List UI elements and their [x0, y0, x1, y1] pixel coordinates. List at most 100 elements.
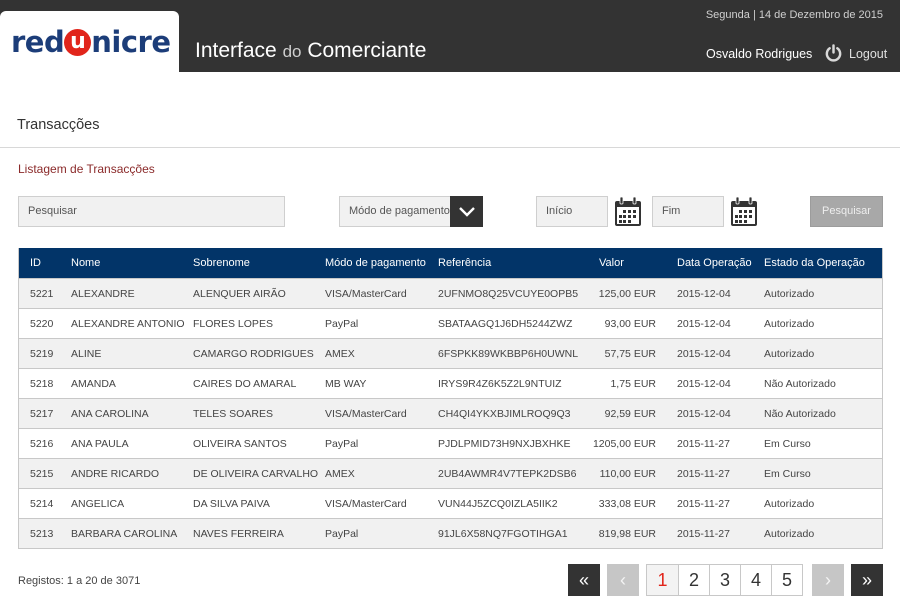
cell-estado: Autorizado	[764, 527, 815, 540]
cell-referencia: PJDLPMID73H9NXJBXHKE	[438, 437, 571, 450]
cell-referencia: IRYS9R4Z6K5Z2L9NTUIZ	[438, 377, 562, 390]
start-date-input[interactable]: Início	[536, 196, 608, 227]
cell-nome: ALEXANDRE	[71, 287, 135, 300]
logo-text-prefix: red	[11, 25, 65, 59]
column-header-sobrenome[interactable]: Sobrenome	[193, 257, 250, 269]
cell-sobrenome: DE OLIVEIRA CARVALHO	[193, 467, 319, 480]
cell-estado: Autorizado	[764, 287, 815, 300]
start-date-calendar-button[interactable]	[614, 196, 642, 227]
cell-valor: 125,00 EUR	[598, 287, 656, 300]
logo-text-suffix: nicre	[91, 25, 171, 59]
cell-nome: BARBARA CAROLINA	[71, 527, 178, 540]
cell-sobrenome: OLIVEIRA SANTOS	[193, 437, 287, 450]
power-icon	[825, 44, 842, 62]
cell-id: 5213	[30, 527, 54, 540]
payment-mode-select[interactable]: Módo de pagamento	[339, 196, 451, 227]
page-4-button[interactable]: 4	[740, 565, 771, 595]
app-title-main: Interface	[195, 39, 283, 62]
table-row[interactable]: 5218 AMANDA CAIRES DO AMARAL MB WAY IRYS9R4Z…	[19, 368, 882, 398]
table-row[interactable]: 5215 ANDRE RICARDO DE OLIVEIRA CARVALHO AME…	[19, 458, 882, 488]
payment-mode-dropdown-button[interactable]	[450, 196, 483, 227]
cell-id: 5217	[30, 407, 54, 420]
table-body: 5221 ALEXANDRE ALENQUER AIRÃO VISA/MasterCa…	[19, 278, 882, 548]
cell-modo: AMEX	[325, 347, 355, 360]
column-header-nome[interactable]: Nome	[71, 257, 100, 269]
page-3-button[interactable]: 3	[709, 565, 740, 595]
cell-nome: ALEXANDRE ANTONIO	[71, 317, 185, 330]
end-date-input[interactable]: Fim	[652, 196, 724, 227]
cell-data: 2015-11-27	[677, 497, 730, 510]
previous-page-button[interactable]: ‹	[607, 564, 639, 596]
app-title-end: Comerciante	[301, 39, 427, 62]
cell-id: 5220	[30, 317, 54, 330]
cell-data: 2015-11-27	[677, 437, 730, 450]
column-header-data[interactable]: Data Operação	[677, 257, 752, 269]
cell-id: 5221	[30, 287, 54, 300]
first-page-button[interactable]: «	[568, 564, 600, 596]
table-row[interactable]: 5221 ALEXANDRE ALENQUER AIRÃO VISA/MasterCa…	[19, 278, 882, 308]
user-name[interactable]: Osvaldo Rodrigues	[706, 47, 812, 61]
page-numbers: 1 2 3 4 5	[646, 564, 803, 596]
cell-data: 2015-11-27	[677, 527, 730, 540]
cell-sobrenome: FLORES LOPES	[193, 317, 273, 330]
cell-data: 2015-12-04	[677, 347, 731, 360]
search-input[interactable]: Pesquisar	[18, 196, 285, 227]
page-5-button[interactable]: 5	[771, 565, 802, 595]
table-header: ID Nome Sobrenome Módo de pagamento Refe…	[19, 248, 882, 278]
divider	[0, 147, 900, 148]
cell-id: 5215	[30, 467, 54, 480]
app-title-do: do	[282, 42, 302, 61]
next-page-button[interactable]: ›	[812, 564, 844, 596]
column-header-modo[interactable]: Módo de pagamento	[325, 257, 426, 269]
cell-modo: VISA/MasterCard	[325, 407, 407, 420]
column-header-estado[interactable]: Estado da Operação	[764, 257, 865, 269]
cell-sobrenome: CAMARGO RODRIGUES	[193, 347, 314, 360]
cell-valor: 93,00 EUR	[604, 317, 656, 330]
top-bar: red u nicre Interface do Comerciante Segun…	[0, 0, 900, 72]
logout-button[interactable]: Logout	[824, 44, 887, 63]
cell-estado: Não Autorizado	[764, 377, 836, 390]
cell-data: 2015-12-04	[677, 317, 731, 330]
cell-referencia: VUN44J5ZCQ0IZLA5IIK2	[438, 497, 558, 510]
logo-container: red u nicre	[0, 11, 179, 72]
cell-modo: AMEX	[325, 467, 355, 480]
table-row[interactable]: 5220 ALEXANDRE ANTONIO FLORES LOPES PayPal S…	[19, 308, 882, 338]
end-date-calendar-button[interactable]	[730, 196, 758, 227]
page-2-button[interactable]: 2	[678, 565, 709, 595]
cell-sobrenome: TELES SOARES	[193, 407, 273, 420]
logout-label: Logout	[849, 46, 888, 61]
table-row[interactable]: 5217 ANA CAROLINA TELES SOARES VISA/MasterC…	[19, 398, 882, 428]
redunicre-logo[interactable]: red u nicre	[11, 25, 171, 59]
section-title: Listagem de Transacções	[18, 162, 155, 176]
page-1-button[interactable]: 1	[647, 565, 678, 595]
cell-nome: ANA PAULA	[71, 437, 129, 450]
table-row[interactable]: 5214 ANGELICA DA SILVA PAIVA VISA/MasterCar…	[19, 488, 882, 518]
table-row[interactable]: 5219 ALINE CAMARGO RODRIGUES AMEX 6FSPKK89WK…	[19, 338, 882, 368]
cell-referencia: SBATAAGQ1J6DH5244ZWZ	[438, 317, 573, 330]
table-row[interactable]: 5213 BARBARA CAROLINA NAVES FERREIRA PayPal…	[19, 518, 882, 548]
cell-modo: VISA/MasterCard	[325, 497, 407, 510]
page-title: Transacções	[17, 117, 100, 133]
current-date: Segunda | 14 de Dezembro de 2015	[705, 9, 883, 21]
cell-referencia: 2UB4AWMR4V7TEPK2DSB6	[438, 467, 577, 480]
last-page-button[interactable]: »	[851, 564, 883, 596]
table-row[interactable]: 5216 ANA PAULA OLIVEIRA SANTOS PayPal PJDLPM…	[19, 428, 882, 458]
cell-data: 2015-11-27	[677, 467, 730, 480]
cell-referencia: 2UFNMO8Q25VCUYE0OPB5	[438, 287, 579, 300]
cell-nome: ANA CAROLINA	[71, 407, 149, 420]
calendar-icon	[731, 196, 757, 226]
cell-estado: Em Curso	[764, 467, 811, 480]
logo-u-circle: u	[64, 29, 92, 56]
cell-valor: 1205,00 EUR	[592, 437, 656, 450]
cell-referencia: CH4QI4YKXBJIMLROQ9Q3	[438, 407, 571, 420]
column-header-referencia[interactable]: Referência	[438, 257, 491, 269]
search-button[interactable]: Pesquisar	[810, 196, 883, 227]
app-title: Interface do Comerciante	[195, 38, 426, 65]
cell-estado: Autorizado	[764, 347, 815, 360]
transactions-table: ID Nome Sobrenome Módo de pagamento Refe…	[18, 248, 883, 549]
cell-id: 5219	[30, 347, 54, 360]
cell-nome: AMANDA	[71, 377, 116, 390]
column-header-id[interactable]: ID	[30, 257, 41, 269]
column-header-valor[interactable]: Valor	[599, 257, 624, 269]
cell-nome: ALINE	[71, 347, 102, 360]
